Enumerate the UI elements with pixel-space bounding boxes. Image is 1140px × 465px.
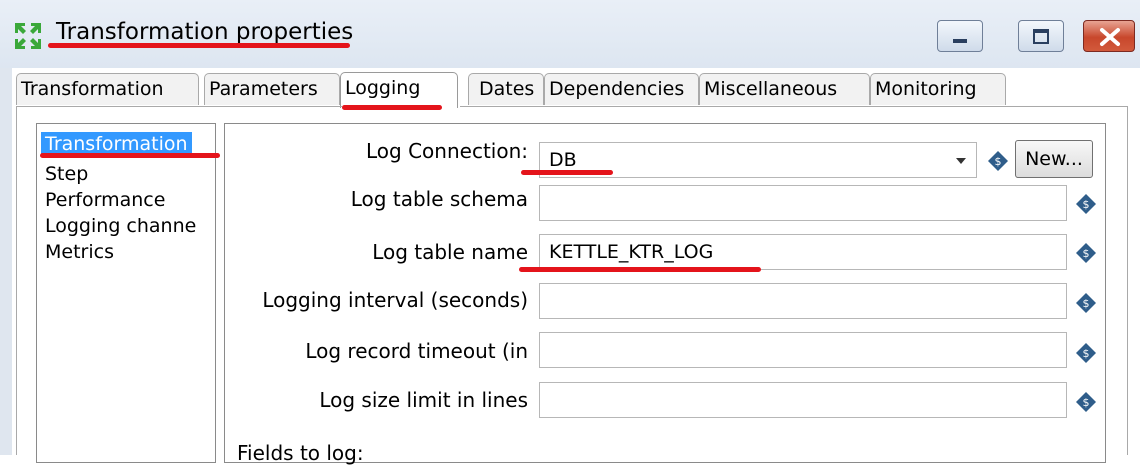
- variable-dollar-icon[interactable]: $: [1075, 242, 1097, 264]
- list-item-metrics[interactable]: Metrics: [45, 240, 114, 264]
- annotation-underline: [519, 267, 761, 272]
- tab-monitoring[interactable]: Monitoring: [870, 73, 1006, 105]
- log-connection-value: DB: [549, 149, 577, 171]
- variable-dollar-icon[interactable]: $: [1075, 342, 1097, 364]
- tab-label: Dependencies: [549, 78, 685, 100]
- log-table-name-label: Log table name: [372, 240, 528, 264]
- list-item-step[interactable]: Step: [45, 162, 88, 186]
- svg-text:$: $: [1083, 297, 1090, 310]
- tab-label: Parameters: [209, 78, 318, 100]
- tab-label: Logging: [345, 77, 421, 99]
- log-record-timeout-label: Log record timeout (in: [305, 339, 528, 363]
- logging-interval-input[interactable]: [539, 283, 1067, 319]
- variable-dollar-icon[interactable]: $: [987, 150, 1009, 172]
- log-table-name-input[interactable]: KETTLE_KTR_LOG: [539, 234, 1067, 270]
- tab-label: Monitoring: [875, 78, 977, 100]
- log-table-schema-label: Log table schema: [350, 187, 528, 211]
- svg-text:$: $: [1083, 396, 1090, 409]
- tab-label: Dates: [479, 78, 535, 100]
- tab-panel-border: [460, 106, 1128, 107]
- tab-label: Transformation: [21, 78, 164, 100]
- variable-dollar-icon[interactable]: $: [1075, 391, 1097, 413]
- tab-miscellaneous[interactable]: Miscellaneous: [699, 73, 870, 105]
- fields-to-log-label: Fields to log:: [237, 441, 364, 465]
- variable-dollar-icon[interactable]: $: [1075, 292, 1097, 314]
- variable-dollar-icon[interactable]: $: [1075, 193, 1097, 215]
- log-size-limit-input[interactable]: [539, 382, 1067, 418]
- window-title: Transformation properties: [56, 19, 354, 45]
- svg-text:$: $: [1083, 347, 1090, 360]
- maximize-icon: [1033, 29, 1049, 44]
- annotation-underline: [48, 43, 350, 48]
- new-connection-button[interactable]: New...: [1015, 140, 1093, 178]
- svg-text:$: $: [1083, 247, 1090, 260]
- list-item-logging-channels[interactable]: Logging channe: [45, 214, 196, 238]
- tab-logging[interactable]: Logging: [340, 72, 458, 108]
- close-icon: [1100, 28, 1120, 46]
- logging-category-list[interactable]: Transformation Step Performance Logging …: [36, 123, 216, 463]
- app-logo-icon: [15, 23, 41, 49]
- log-record-timeout-input[interactable]: [539, 332, 1067, 368]
- title-bar: Transformation properties: [0, 0, 1140, 69]
- tab-panel-border: [16, 106, 342, 107]
- tab-transformation[interactable]: Transformation: [16, 73, 199, 105]
- minimize-icon: [953, 39, 967, 43]
- dropdown-arrow-icon: [956, 158, 966, 164]
- svg-text:$: $: [1083, 198, 1090, 211]
- log-table-schema-input[interactable]: [539, 185, 1067, 221]
- annotation-underline: [40, 153, 220, 158]
- log-size-limit-label: Log size limit in lines: [319, 388, 528, 412]
- close-button[interactable]: [1083, 20, 1135, 52]
- tab-parameters[interactable]: Parameters: [204, 73, 340, 105]
- list-item-performance[interactable]: Performance: [45, 188, 165, 212]
- svg-text:$: $: [995, 155, 1002, 168]
- logging-interval-label: Logging interval (seconds): [262, 288, 528, 312]
- maximize-button[interactable]: [1018, 20, 1064, 52]
- annotation-underline: [521, 170, 613, 175]
- tab-dates[interactable]: Dates: [468, 73, 544, 105]
- minimize-button[interactable]: [937, 20, 983, 52]
- tab-dependencies[interactable]: Dependencies: [544, 73, 699, 105]
- log-connection-label: Log Connection:: [366, 139, 528, 163]
- tab-label: Miscellaneous: [704, 78, 838, 100]
